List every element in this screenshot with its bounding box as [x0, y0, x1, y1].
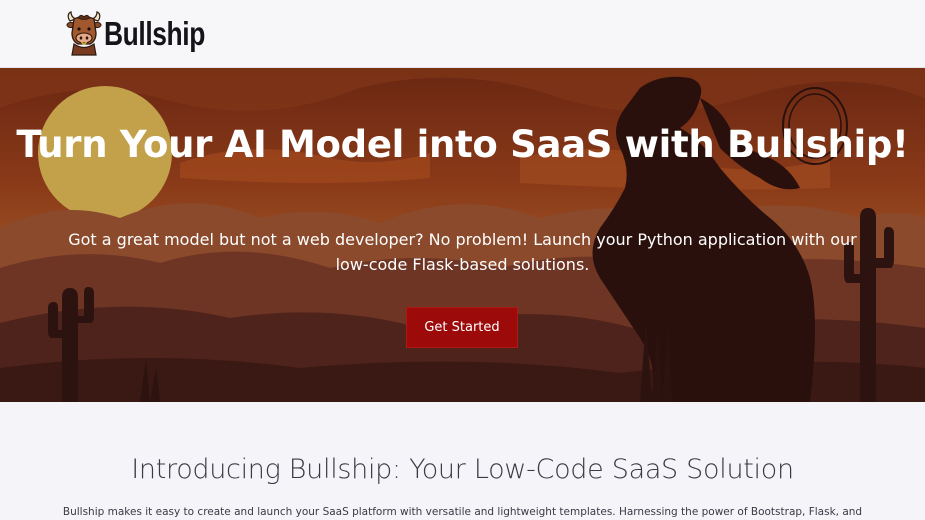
hero-content: Turn Your AI Model into SaaS with Bullsh…: [0, 68, 925, 402]
top-navbar: Bullship: [0, 0, 925, 68]
hero-section: Turn Your AI Model into SaaS with Bullsh…: [0, 68, 925, 402]
brand-link[interactable]: Bullship: [66, 11, 230, 57]
brand-name: Bullship: [104, 15, 205, 52]
intro-section: Introducing Bullship: Your Low-Code SaaS…: [0, 402, 925, 520]
intro-title: Introducing Bullship: Your Low-Code SaaS…: [131, 454, 794, 485]
hero-subtitle: Got a great model but not a web develope…: [68, 230, 857, 274]
hero-title: Turn Your AI Model into SaaS with Bullsh…: [16, 123, 909, 166]
bull-logo-icon: [66, 11, 102, 56]
get-started-button[interactable]: Get Started: [406, 307, 518, 348]
intro-text: Bullship makes it easy to create and lau…: [62, 506, 863, 518]
